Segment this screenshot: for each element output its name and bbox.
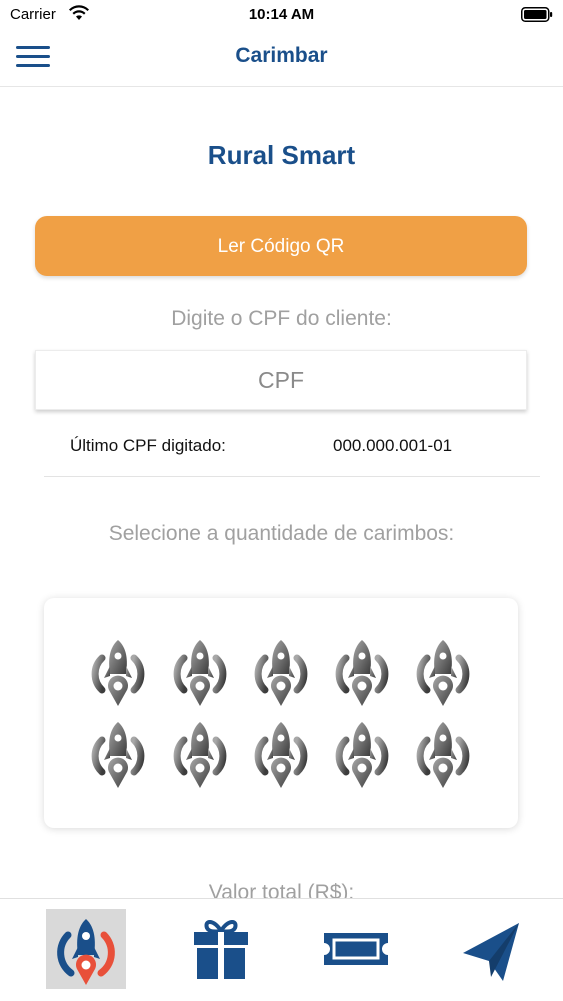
rocket-pin-icon: [57, 919, 115, 985]
gift-icon: [194, 920, 248, 979]
stamp-icon-8[interactable]: [251, 718, 311, 788]
stamp-icon-6[interactable]: [88, 718, 148, 788]
status-time: 10:14 AM: [248, 6, 315, 23]
cpf-prompt: Digite o CPF do cliente:: [171, 307, 392, 330]
last-cpf-label: Último CPF digitado:: [70, 436, 226, 455]
stamp-icon-3[interactable]: [251, 636, 311, 706]
stamp-icon-2[interactable]: [170, 636, 230, 706]
stamps-card: [44, 598, 518, 828]
stamps-prompt: Selecione a quantidade de carimbos:: [108, 522, 455, 545]
stamp-icon-10[interactable]: [413, 718, 473, 788]
tab-send[interactable]: [451, 909, 531, 989]
page-title: Carimbar: [235, 44, 328, 67]
stamp-icon-1[interactable]: [88, 636, 148, 706]
battery-icon: [521, 7, 553, 22]
stamp-icon-4[interactable]: [332, 636, 392, 706]
tab-bar: [0, 898, 563, 1001]
store-name: Rural Smart: [207, 140, 356, 170]
divider: [44, 476, 540, 477]
stamp-icon-9[interactable]: [332, 718, 392, 788]
tab-tickets[interactable]: [316, 909, 396, 989]
ticket-icon: [324, 933, 388, 965]
navigation-bar: Carimbar: [0, 30, 563, 87]
stamp-icon-7[interactable]: [170, 718, 230, 788]
cpf-input[interactable]: [35, 350, 527, 410]
status-bar: Carrier 10:14 AM: [0, 0, 563, 30]
tab-stamp[interactable]: [46, 909, 126, 989]
paper-plane-icon: [463, 923, 519, 981]
last-cpf-value: 000.000.001-01: [333, 436, 453, 455]
stamp-icon-5[interactable]: [413, 636, 473, 706]
read-qr-code-button[interactable]: Ler Código QR: [35, 216, 527, 276]
tab-rewards[interactable]: [181, 909, 261, 989]
